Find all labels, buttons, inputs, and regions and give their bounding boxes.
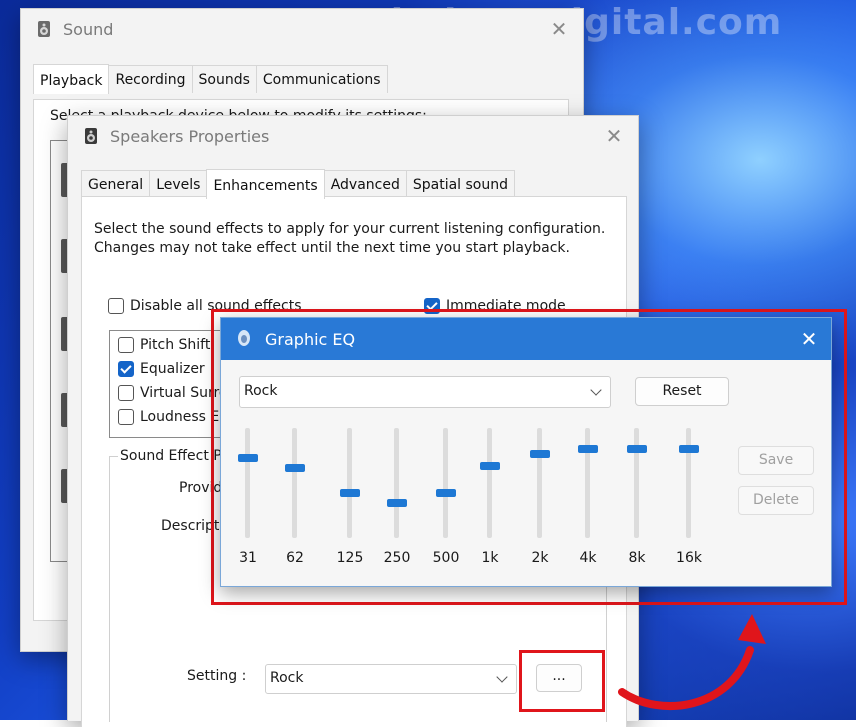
- slider-thumb[interactable]: [285, 464, 305, 472]
- effect-label: Equalizer: [140, 361, 205, 377]
- tab-spatial-sound[interactable]: Spatial sound: [405, 170, 516, 198]
- eq-band-16k: 16k: [669, 428, 709, 576]
- close-icon[interactable]: ✕: [602, 124, 626, 148]
- checkbox-box: [118, 361, 134, 377]
- speaker-icon: [85, 128, 97, 144]
- slider-track[interactable]: [394, 428, 399, 538]
- eq-band-4k: 4k: [568, 428, 608, 576]
- slider-thumb[interactable]: [387, 499, 407, 507]
- slider-track[interactable]: [245, 428, 250, 538]
- slider-thumb[interactable]: [340, 489, 360, 497]
- sound-titlebar[interactable]: Sound ✕: [21, 9, 583, 49]
- graphic-eq-title: Graphic EQ: [265, 330, 356, 349]
- highlight-box-more-button: [519, 650, 605, 712]
- eq-band-62: 62: [275, 428, 315, 576]
- slider-thumb[interactable]: [436, 489, 456, 497]
- eq-band-31: 31: [228, 428, 268, 576]
- tab-recording[interactable]: Recording: [108, 65, 193, 93]
- checkbox-box: [118, 409, 134, 425]
- reset-button[interactable]: Reset: [635, 377, 729, 406]
- band-frequency-label: 4k: [579, 550, 597, 566]
- tab-communications[interactable]: Communications: [255, 65, 388, 93]
- tab-levels[interactable]: Levels: [149, 170, 208, 198]
- slider-track[interactable]: [292, 428, 297, 538]
- band-frequency-label: 500: [432, 550, 460, 566]
- eq-preset-value: Rock: [244, 383, 278, 399]
- checkbox-box: [118, 385, 134, 401]
- delete-button[interactable]: Delete: [738, 486, 814, 515]
- eq-band-8k: 8k: [617, 428, 657, 576]
- tab-sounds[interactable]: Sounds: [191, 65, 257, 93]
- eq-preset-dropdown[interactable]: Rock: [239, 376, 611, 408]
- checkbox-box: [118, 337, 134, 353]
- setting-value: Rock: [270, 670, 304, 686]
- speakers-title: Speakers Properties: [110, 127, 270, 146]
- slider-track[interactable]: [347, 428, 352, 538]
- slider-thumb[interactable]: [530, 450, 550, 458]
- band-frequency-label: 62: [286, 550, 304, 566]
- band-frequency-label: 2k: [531, 550, 549, 566]
- chevron-down-icon: [590, 384, 602, 396]
- slider-thumb[interactable]: [480, 462, 500, 470]
- band-frequency-label: 125: [336, 550, 364, 566]
- setting-label: Setting :: [187, 668, 247, 684]
- band-frequency-label: 16k: [676, 550, 702, 566]
- speaker-icon: [238, 330, 250, 346]
- band-frequency-label: 250: [383, 550, 411, 566]
- tab-general[interactable]: General: [81, 170, 151, 198]
- tab-enhancements[interactable]: Enhancements: [206, 169, 325, 199]
- sound-title: Sound: [63, 20, 114, 39]
- effect-label: Pitch Shift: [140, 337, 211, 353]
- eq-band-2k: 2k: [520, 428, 560, 576]
- band-frequency-label: 1k: [481, 550, 499, 566]
- eq-band-250: 250: [377, 428, 417, 576]
- band-frequency-label: 8k: [628, 550, 646, 566]
- sound-tab-bar: Playback Recording Sounds Communications: [33, 64, 388, 94]
- red-arrow-icon: [618, 614, 766, 711]
- tab-playback[interactable]: Playback: [33, 64, 110, 94]
- eq-band-125: 125: [330, 428, 370, 576]
- close-icon[interactable]: ✕: [547, 17, 571, 41]
- slider-thumb[interactable]: [627, 445, 647, 453]
- graphic-eq-titlebar[interactable]: Graphic EQ ✕: [221, 318, 831, 360]
- save-button[interactable]: Save: [738, 446, 814, 475]
- checkbox-box: [108, 298, 124, 314]
- speaker-icon: [38, 21, 50, 37]
- tab-advanced[interactable]: Advanced: [323, 170, 407, 198]
- slider-track[interactable]: [537, 428, 542, 538]
- setting-dropdown[interactable]: Rock: [265, 664, 517, 694]
- slider-track[interactable]: [443, 428, 448, 538]
- effect-pitch-shift[interactable]: Pitch Shift: [118, 337, 210, 353]
- graphic-eq-window: Graphic EQ ✕ Rock Reset Save Delete 31 62…: [220, 317, 832, 587]
- close-icon[interactable]: ✕: [797, 327, 821, 351]
- slider-thumb[interactable]: [238, 454, 258, 462]
- effect-equalizer[interactable]: Equalizer: [118, 361, 205, 377]
- slider-track[interactable]: [487, 428, 492, 538]
- eq-band-500: 500: [426, 428, 466, 576]
- chevron-down-icon: [496, 671, 508, 683]
- eq-band-1k: 1k: [470, 428, 510, 576]
- speakers-tab-bar: General Levels Enhancements Advanced Spa…: [81, 169, 516, 199]
- band-frequency-label: 31: [239, 550, 257, 566]
- speakers-titlebar[interactable]: Speakers Properties ✕: [68, 116, 638, 156]
- slider-thumb[interactable]: [578, 445, 598, 453]
- enhancements-description: Select the sound effects to apply for yo…: [94, 221, 606, 256]
- slider-thumb[interactable]: [679, 445, 699, 453]
